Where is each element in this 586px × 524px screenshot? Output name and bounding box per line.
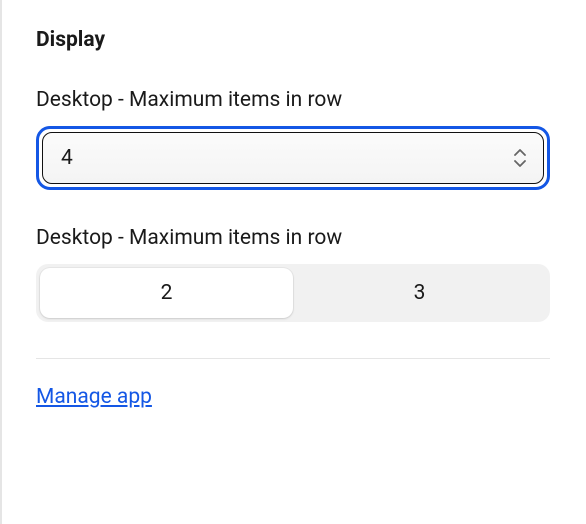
segment-option-3[interactable]: 3 — [293, 268, 546, 318]
select-inner: 4 — [42, 132, 544, 184]
segment-label: 3 — [414, 281, 426, 305]
field-label: Desktop - Maximum items in row — [36, 226, 550, 250]
field-desktop-max-seg: Desktop - Maximum items in row 2 3 — [36, 226, 550, 322]
left-rule — [0, 0, 2, 524]
field-label: Desktop - Maximum items in row — [36, 88, 550, 112]
segment-label: 2 — [161, 281, 173, 305]
max-items-segmented: 2 3 — [36, 264, 550, 322]
divider — [36, 358, 550, 359]
select-value: 4 — [61, 146, 73, 170]
max-items-select[interactable]: 4 — [36, 126, 550, 190]
chevron-up-down-icon — [513, 149, 527, 167]
segment-option-2[interactable]: 2 — [40, 268, 293, 318]
field-desktop-max-select: Desktop - Maximum items in row 4 — [36, 88, 550, 190]
section-title: Display — [36, 28, 550, 52]
manage-app-link[interactable]: Manage app — [36, 385, 152, 409]
